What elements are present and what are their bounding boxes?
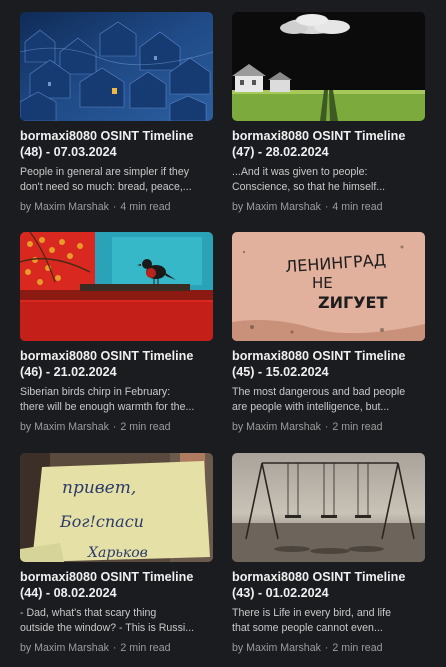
article-thumbnail-house-field[interactable] [232,12,425,121]
read-time: 2 min read [120,421,171,433]
article-title-line: bormaxi8080 OSINT Timeline [232,570,406,584]
article-card[interactable]: ЛЕНИНГРАД НЕ ZИГУЕТ bormaxi8080 OSINT Ti… [232,232,425,434]
article-author-link[interactable]: by Maxim Marshak [20,642,109,654]
article-excerpt-line: ...And it was given to people: [232,166,368,178]
note-text: Харьков [87,545,148,561]
article-excerpt: - Dad, what's that scary thing outside t… [20,606,213,636]
article-author-link[interactable]: by Maxim Marshak [232,642,321,654]
graffiti-text: ZИГУЕТ [318,293,387,312]
article-title[interactable]: bormaxi8080 OSINT Timeline (44) - 08.02.… [20,569,213,601]
article-title[interactable]: bormaxi8080 OSINT Timeline (45) - 15.02.… [232,348,425,380]
meta-separator: · [112,421,117,433]
article-card[interactable]: привет, Бог!спаси Харьков bormaxi8080 OS… [20,453,213,655]
article-title-line: (47) - 28.02.2024 [232,145,329,159]
article-excerpt-line: there will be enough warmth for the... [20,401,195,413]
article-card[interactable]: bormaxi8080 OSINT Timeline (46) - 21.02.… [20,232,213,434]
meta-separator: · [112,201,117,213]
read-time: 4 min read [332,201,383,213]
article-meta: by Maxim Marshak · 2 min read [20,420,213,434]
article-title-line: (44) - 08.02.2024 [20,586,117,600]
article-grid: bormaxi8080 OSINT Timeline (48) - 07.03.… [0,0,446,667]
article-excerpt-line: The most dangerous and bad people [232,386,406,398]
note-text: привет, [62,478,136,498]
article-excerpt-line: Conscience, so that he himself... [232,181,386,193]
meta-separator: · [324,201,329,213]
article-excerpt: Siberian birds chirp in February: there … [20,385,213,415]
article-title-line: (48) - 07.03.2024 [20,145,117,159]
article-excerpt-line: People in general are simpler if they [20,166,190,178]
article-excerpt: ...And it was given to people: Conscienc… [232,165,425,195]
article-meta: by Maxim Marshak · 2 min read [232,641,425,655]
article-thumbnail-empty-swings[interactable] [232,453,425,562]
meta-separator: · [324,421,329,433]
article-excerpt-line: are people with intelligence, but... [232,401,390,413]
article-thumbnail-night-city[interactable] [20,12,213,121]
note-text: Бог!спаси [59,512,144,531]
article-card[interactable]: bormaxi8080 OSINT Timeline (47) - 28.02.… [232,12,425,214]
article-meta: by Maxim Marshak · 4 min read [20,200,213,214]
article-excerpt-line: outside the window? - This is Russi... [20,622,195,634]
article-title[interactable]: bormaxi8080 OSINT Timeline (48) - 07.03.… [20,128,213,160]
article-title-line: bormaxi8080 OSINT Timeline [20,129,194,143]
article-excerpt: People in general are simpler if they do… [20,165,213,195]
article-card[interactable]: bormaxi8080 OSINT Timeline (43) - 01.02.… [232,453,425,655]
meta-separator: · [324,642,329,654]
article-excerpt-line: that some people cannot even... [232,622,383,634]
article-excerpt-line: don't need so much: bread, peace,... [20,181,192,193]
read-time: 2 min read [332,642,383,654]
article-thumbnail-bird[interactable] [20,232,213,341]
article-title-line: (46) - 21.02.2024 [20,365,117,379]
article-excerpt-line: Siberian birds chirp in February: [20,386,171,398]
article-excerpt: The most dangerous and bad people are pe… [232,385,425,415]
article-excerpt: There is Life in every bird, and life th… [232,606,425,636]
article-thumbnail-graffiti[interactable]: ЛЕНИНГРАД НЕ ZИГУЕТ [232,232,425,341]
article-card[interactable]: bormaxi8080 OSINT Timeline (48) - 07.03.… [20,12,213,214]
article-title[interactable]: bormaxi8080 OSINT Timeline (43) - 01.02.… [232,569,425,601]
read-time: 2 min read [120,642,171,654]
article-excerpt-line: There is Life in every bird, and life [232,607,391,619]
article-meta: by Maxim Marshak · 2 min read [232,420,425,434]
article-excerpt-line: - Dad, what's that scary thing [20,607,157,619]
article-title-line: bormaxi8080 OSINT Timeline [20,570,194,584]
article-meta: by Maxim Marshak · 2 min read [20,641,213,655]
article-title[interactable]: bormaxi8080 OSINT Timeline (47) - 28.02.… [232,128,425,160]
graffiti-text: НЕ [312,274,333,292]
meta-separator: · [112,642,117,654]
article-title-line: bormaxi8080 OSINT Timeline [232,349,406,363]
article-author-link[interactable]: by Maxim Marshak [232,421,321,433]
article-meta: by Maxim Marshak · 4 min read [232,200,425,214]
article-title-line: bormaxi8080 OSINT Timeline [20,349,194,363]
article-author-link[interactable]: by Maxim Marshak [20,201,109,213]
article-author-link[interactable]: by Maxim Marshak [232,201,321,213]
article-title-line: bormaxi8080 OSINT Timeline [232,129,406,143]
article-thumbnail-handwritten-note[interactable]: привет, Бог!спаси Харьков [20,453,213,562]
article-author-link[interactable]: by Maxim Marshak [20,421,109,433]
read-time: 4 min read [120,201,171,213]
article-title-line: (43) - 01.02.2024 [232,586,329,600]
read-time: 2 min read [332,421,383,433]
article-title[interactable]: bormaxi8080 OSINT Timeline (46) - 21.02.… [20,348,213,380]
article-title-line: (45) - 15.02.2024 [232,365,329,379]
